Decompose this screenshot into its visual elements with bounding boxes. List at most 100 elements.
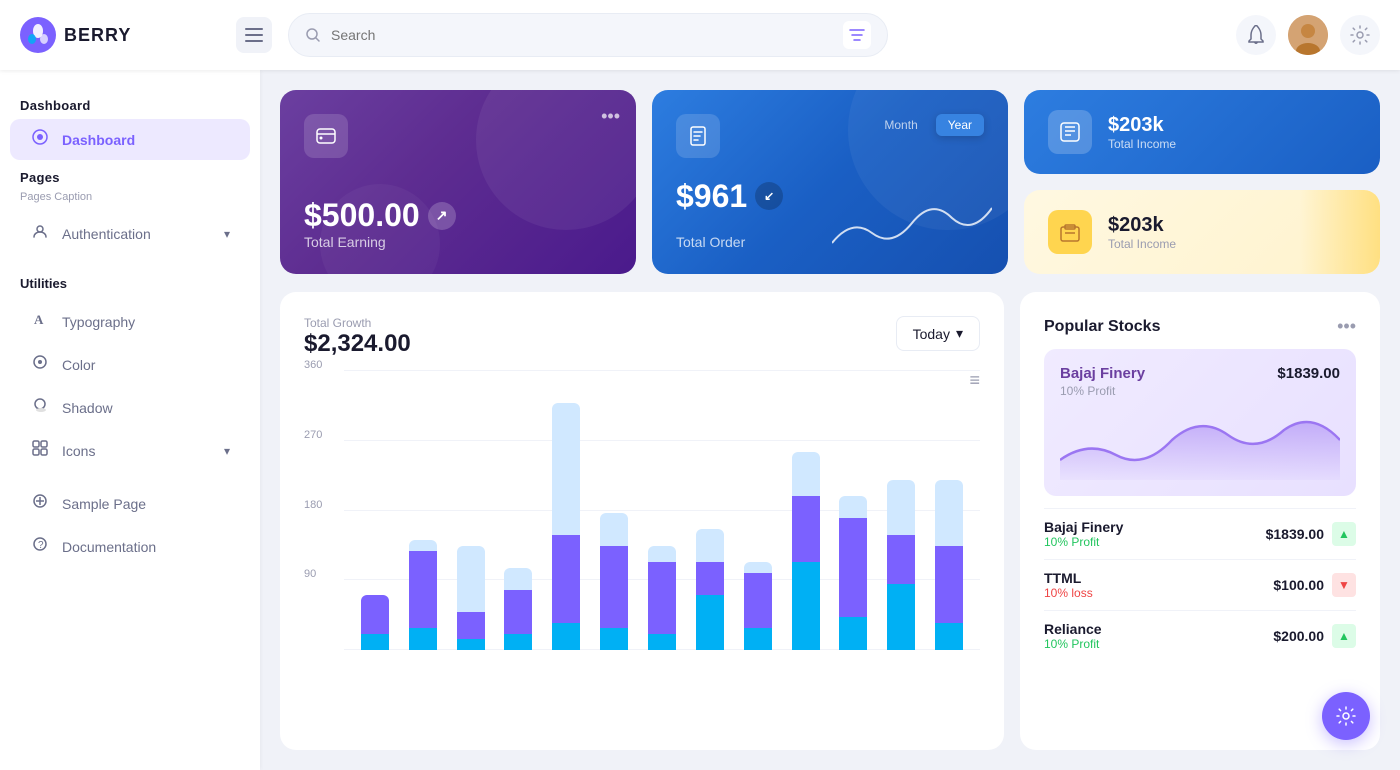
logo-area: BERRY	[20, 17, 220, 53]
sidebar-item-sample-page[interactable]: Sample Page	[10, 483, 250, 524]
sidebar-dashboard-label: Dashboard	[62, 132, 135, 148]
stock-change-badge: ▼	[1332, 573, 1356, 597]
sidebar-authentication-label: Authentication	[62, 226, 151, 242]
income-yellow-label: Total Income	[1108, 237, 1176, 251]
stock-price: $1839.00	[1266, 526, 1324, 542]
bar-group	[689, 370, 731, 650]
today-label: Today	[913, 326, 950, 342]
stock-price: $200.00	[1273, 628, 1324, 644]
order-card-icon	[676, 114, 720, 158]
growth-amount: $2,324.00	[304, 330, 411, 358]
pages-section-title: Pages	[0, 162, 260, 189]
sidebar-icons-label: Icons	[62, 443, 95, 459]
settings-button[interactable]	[1340, 15, 1380, 55]
stock-name-info: Bajaj Finery 10% Profit	[1044, 519, 1123, 549]
sidebar-typography-label: Typography	[62, 314, 135, 330]
app-name: BERRY	[64, 25, 131, 46]
stock-change-badge: ▲	[1332, 522, 1356, 546]
stock-change-badge: ▲	[1332, 624, 1356, 648]
order-tab-year[interactable]: Year	[936, 114, 984, 136]
documentation-icon: ?	[30, 536, 50, 557]
income-blue-icon	[1048, 110, 1092, 154]
stock-name-info: Reliance 10% Profit	[1044, 621, 1102, 651]
sidebar-item-documentation[interactable]: ? Documentation	[10, 526, 250, 567]
bar-group	[785, 370, 827, 650]
stock-profit: 10% Profit	[1044, 535, 1123, 549]
sidebar-sample-page-label: Sample Page	[62, 496, 146, 512]
bar-group	[928, 370, 970, 650]
sparkline-svg	[1060, 410, 1340, 480]
sample-page-icon	[30, 493, 50, 514]
order-tab-month[interactable]: Month	[872, 114, 929, 136]
svg-text:A: A	[34, 312, 44, 327]
sidebar-item-dashboard[interactable]: Dashboard	[10, 119, 250, 160]
avatar[interactable]	[1288, 15, 1328, 55]
sidebar: Dashboard Dashboard Pages Pages Caption …	[0, 70, 260, 770]
stock-profit: 10% loss	[1044, 586, 1093, 600]
stock-profit: 10% Profit	[1044, 637, 1102, 651]
search-icon	[305, 27, 321, 43]
bar-group	[545, 370, 587, 650]
sidebar-item-typography[interactable]: A Typography	[10, 301, 250, 342]
order-arrow-icon: ↙	[755, 182, 783, 210]
stock-name-info: TTML 10% loss	[1044, 570, 1093, 600]
income-yellow-card: $203k Total Income	[1024, 190, 1380, 274]
logo-icon	[20, 17, 56, 53]
income-blue-info: $203k Total Income	[1108, 114, 1176, 151]
sidebar-item-shadow[interactable]: Shadow	[10, 387, 250, 428]
dashboard-icon	[30, 129, 50, 150]
icons-icon	[30, 440, 50, 461]
stock-list-item: Bajaj Finery 10% Profit $1839.00 ▲	[1044, 508, 1356, 559]
bottom-row: Total Growth $2,324.00 Today ▾ ≡ 360 2	[280, 292, 1380, 750]
today-button[interactable]: Today ▾	[896, 316, 980, 351]
chart-container: ≡ 360 270 180 90	[304, 370, 980, 726]
navbar: BERRY	[0, 0, 1400, 70]
search-filter-button[interactable]	[843, 21, 871, 49]
income-blue-amount: $203k	[1108, 114, 1176, 137]
sidebar-item-icons[interactable]: Icons ▾	[10, 430, 250, 471]
stock-list-item: Reliance 10% Profit $200.00 ▲	[1044, 610, 1356, 661]
right-cards: $203k Total Income $203k Total	[1024, 90, 1380, 274]
bar-group	[402, 370, 444, 650]
earning-card-menu[interactable]: •••	[601, 106, 620, 127]
sidebar-item-authentication[interactable]: Authentication ▾	[10, 213, 250, 254]
featured-stock-profit: 10% Profit	[1060, 384, 1340, 398]
bar-group	[498, 370, 540, 650]
color-icon	[30, 354, 50, 375]
notification-button[interactable]	[1236, 15, 1276, 55]
bar-group	[450, 370, 492, 650]
earning-label: Total Earning	[304, 234, 612, 250]
menu-button[interactable]	[236, 17, 272, 53]
order-amount: $961 ↙	[676, 178, 783, 215]
bar-group	[593, 370, 635, 650]
search-input[interactable]	[331, 27, 833, 43]
total-earning-card: ••• $500.00 ↗ Total Earning	[280, 90, 636, 274]
bars-area	[344, 370, 980, 650]
stocks-title: Popular Stocks	[1044, 318, 1160, 336]
stocks-card: Popular Stocks ••• Bajaj Finery 10% Prof…	[1020, 292, 1380, 750]
stocks-header: Popular Stocks •••	[1044, 316, 1356, 337]
income-yellow-amount: $203k	[1108, 214, 1176, 237]
bar-chart: 360 270 180 90	[304, 370, 980, 650]
sidebar-documentation-label: Documentation	[62, 539, 156, 555]
growth-header: Total Growth $2,324.00 Today ▾	[304, 316, 980, 358]
bar-group	[641, 370, 683, 650]
order-chart-wave	[832, 198, 992, 258]
stock-name: TTML	[1044, 570, 1093, 586]
bar-group	[880, 370, 922, 650]
growth-title: Total Growth	[304, 316, 411, 330]
icons-chevron-icon: ▾	[224, 444, 230, 458]
order-tabs: Month Year	[872, 114, 984, 136]
utilities-section-title: Utilities	[0, 264, 260, 299]
stock-price: $100.00	[1273, 577, 1324, 593]
total-order-card: Month Year $961 ↙ Total Order	[652, 90, 1008, 274]
income-yellow-icon	[1048, 210, 1092, 254]
stock-list-item: TTML 10% loss $100.00 ▼	[1044, 559, 1356, 610]
sidebar-item-color[interactable]: Color	[10, 344, 250, 385]
main-layout: Dashboard Dashboard Pages Pages Caption …	[0, 70, 1400, 770]
typography-icon: A	[30, 311, 50, 332]
stocks-menu-icon[interactable]: •••	[1337, 316, 1356, 337]
sidebar-color-label: Color	[62, 357, 95, 373]
fab-settings-button[interactable]	[1322, 692, 1370, 740]
dashboard-section-title: Dashboard	[0, 90, 260, 117]
